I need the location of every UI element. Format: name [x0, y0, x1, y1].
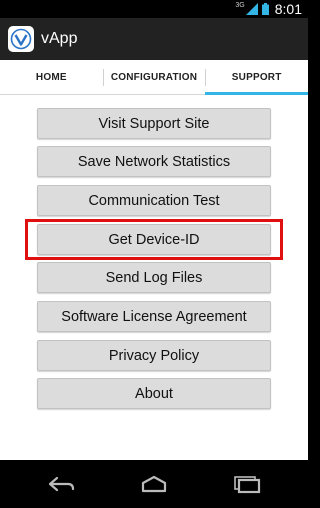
back-button[interactable] — [41, 471, 81, 497]
action-bar: vApp — [0, 18, 308, 60]
about-button[interactable]: About — [37, 378, 271, 409]
tab-support[interactable]: SUPPORT — [205, 60, 308, 95]
navigation-bar — [0, 460, 308, 508]
highlight-box — [25, 219, 283, 260]
software-license-agreement-button[interactable]: Software License Agreement — [37, 301, 271, 332]
battery-icon — [261, 3, 269, 15]
support-panel: Visit Support Site Save Network Statisti… — [0, 95, 308, 460]
vapp-logo-icon[interactable] — [8, 26, 34, 52]
clock: 8:01 — [274, 1, 302, 17]
home-icon — [141, 475, 167, 493]
privacy-policy-button[interactable]: Privacy Policy — [37, 340, 271, 371]
home-button[interactable] — [134, 471, 174, 497]
signal-icon — [245, 3, 258, 15]
network-type-label: 3G — [235, 2, 245, 9]
visit-support-site-button[interactable]: Visit Support Site — [37, 108, 271, 139]
tab-bar: HOME CONFIGURATION SUPPORT — [0, 60, 308, 95]
communication-test-button[interactable]: Communication Test — [37, 185, 271, 216]
send-log-files-button[interactable]: Send Log Files — [37, 262, 271, 293]
status-bar: 3G 8:01 — [0, 0, 308, 18]
tab-home[interactable]: HOME — [0, 60, 103, 94]
recent-apps-icon — [234, 476, 261, 494]
tab-configuration[interactable]: CONFIGURATION — [102, 60, 206, 94]
recent-apps-button[interactable] — [227, 471, 267, 497]
app-title: vApp — [41, 30, 78, 47]
save-network-statistics-button[interactable]: Save Network Statistics — [37, 146, 271, 177]
back-icon — [48, 476, 74, 492]
